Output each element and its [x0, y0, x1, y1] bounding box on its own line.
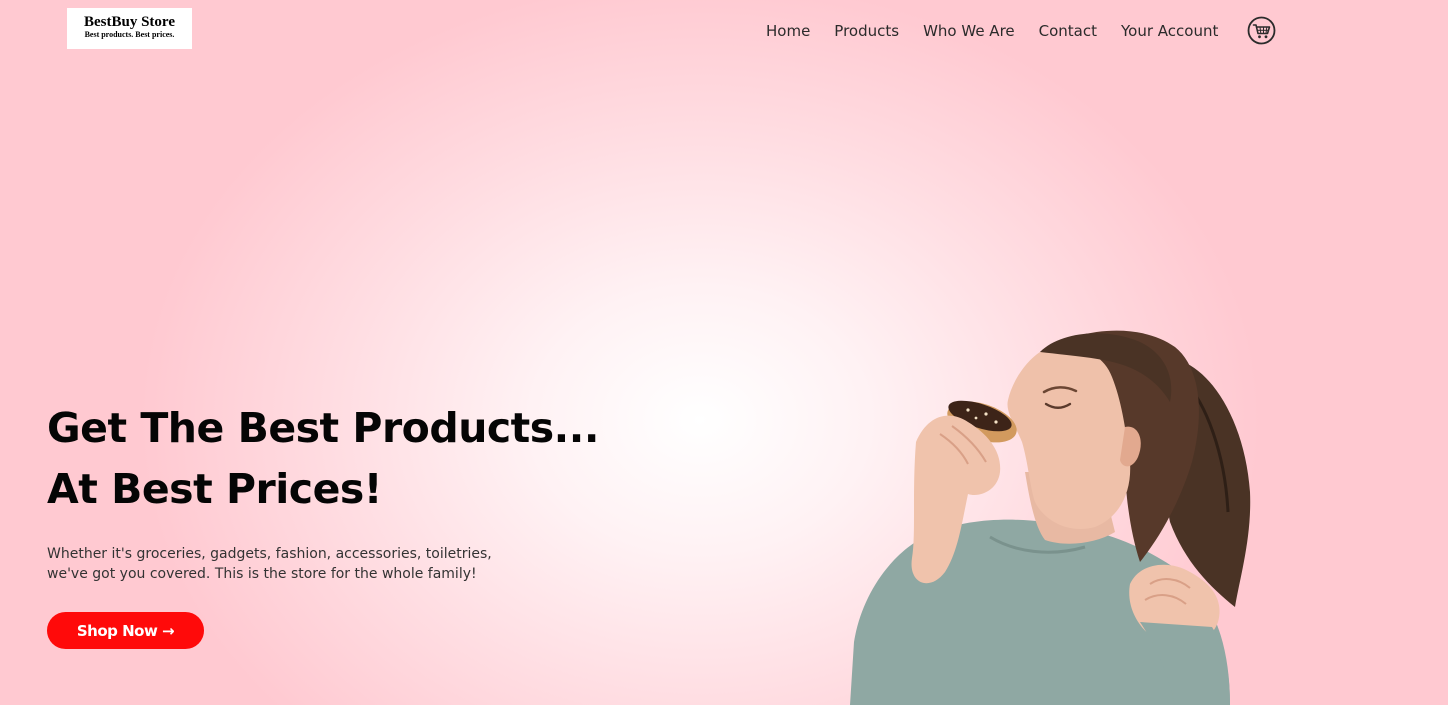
- shop-now-button[interactable]: Shop Now →: [47, 612, 204, 649]
- hero-title-line-1: Get The Best Products...: [47, 404, 599, 452]
- nav-products[interactable]: Products: [834, 19, 899, 43]
- hero-image: [840, 322, 1252, 705]
- logo[interactable]: BestBuy Store Best products. Best prices…: [67, 8, 192, 49]
- shopping-cart-icon[interactable]: [1247, 16, 1276, 45]
- nav-home[interactable]: Home: [766, 19, 810, 43]
- logo-name: BestBuy Store: [84, 14, 175, 30]
- main-nav: Home Products Who We Are Contact Your Ac…: [766, 19, 1242, 43]
- hero-description-line-2: we've got you covered. This is the store…: [47, 566, 477, 582]
- nav-your-account[interactable]: Your Account: [1121, 19, 1218, 43]
- hero-title: Get The Best Products... At Best Prices!: [47, 398, 599, 520]
- nav-who-we-are[interactable]: Who We Are: [923, 19, 1015, 43]
- nav-contact[interactable]: Contact: [1039, 19, 1097, 43]
- hero-description: Whether it's groceries, gadgets, fashion…: [47, 544, 527, 584]
- hero-title-line-2: At Best Prices!: [47, 465, 382, 513]
- logo-tagline: Best products. Best prices.: [84, 30, 175, 39]
- hero-description-line-1: Whether it's groceries, gadgets, fashion…: [47, 546, 492, 562]
